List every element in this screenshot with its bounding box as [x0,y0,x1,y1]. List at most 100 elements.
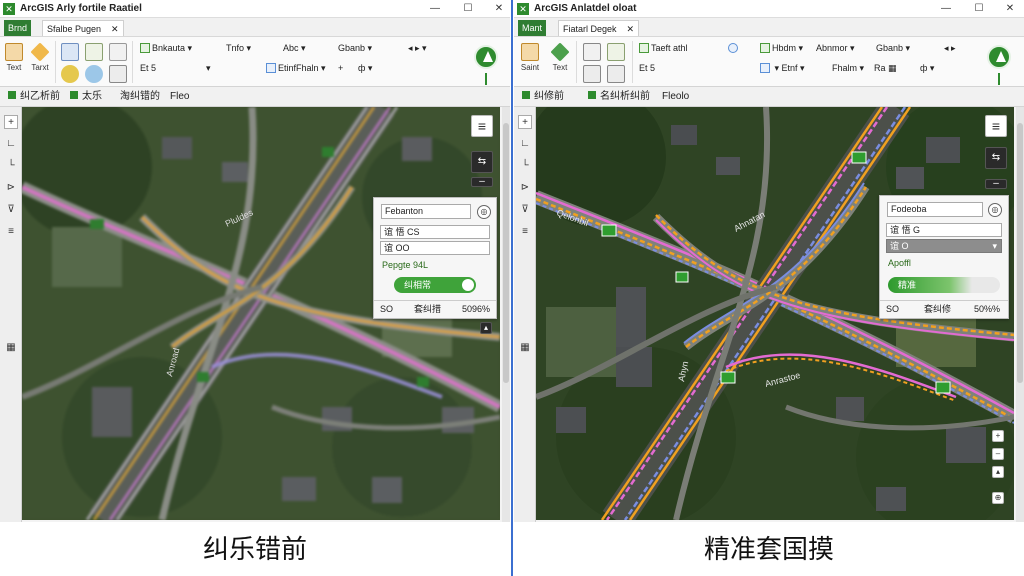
ribbon-more[interactable]: ◂ ▸ [944,41,956,55]
dropdown-6[interactable]: Fhaln ▾ [296,61,326,75]
layer-item-3[interactable]: 淘纠错的 [120,90,160,104]
minimize-button[interactable]: — [937,2,955,16]
map-menu-button[interactable]: ≡ [471,115,493,137]
dropdown-1[interactable]: Bnkauta ▾ [140,41,192,55]
target-icon[interactable]: ◎ [988,203,1002,217]
ribbon-button-text[interactable]: Text [2,41,26,72]
filter-tool-icon[interactable]: ⊽ [518,203,532,217]
target-icon[interactable]: ◎ [477,205,491,219]
ribbon-more[interactable]: ◂ ▸ ▾ [408,41,427,55]
tab-close-icon[interactable]: ✕ [627,24,635,34]
corner-tool-icon[interactable]: └ [518,159,532,173]
dropdown-7[interactable]: Ra ▦ [874,61,897,75]
filter-tool-icon[interactable]: ⊽ [4,203,18,217]
dropdown-2[interactable]: Hbdm ▾ [760,41,803,55]
dropdown-3[interactable]: Abnmor ▾ [816,41,855,55]
grid-tool-icon[interactable]: ▦ [4,341,18,355]
search-input[interactable]: Febanton [381,204,471,219]
small-map-icon[interactable]: ▴ [480,322,492,334]
vertical-scrollbar[interactable] [502,107,510,522]
tab-active[interactable]: Sfalbe Pugen ✕ [42,20,124,36]
line-tool-icon[interactable]: ∟ [4,137,18,151]
list-tool-icon[interactable]: ≡ [518,225,532,239]
field-line-2[interactable]: 谊 OO [380,241,490,255]
ribbon-button-globe[interactable] [82,63,106,85]
north-arrow-icon[interactable] [474,45,498,69]
layer-item-1[interactable]: 纠乙析前 [8,90,60,104]
add-tool-icon[interactable]: + [4,115,18,129]
map-view[interactable]: Qelonbil Ahnatan Ahyn Anrastoe ≡ ⇆ – + –… [536,107,1014,520]
grid-tool-icon[interactable]: ▦ [518,341,532,355]
ribbon-button-tarxt[interactable]: Tarxt [28,41,52,72]
home-nav-icon[interactable]: ⊕ [992,492,1004,504]
dropdown-6[interactable]: Fhalm ▾ [832,61,864,75]
panel-footer: SO 套纠措 5096% [374,300,496,318]
dropdown-1[interactable]: Taeft athl [639,41,688,55]
layer-item-3[interactable]: Fleolo [662,90,689,104]
minimize-button[interactable]: — [426,2,444,16]
tab-file[interactable]: Mant [518,20,547,36]
ribbon-button-select[interactable] [58,41,82,63]
zoom-out-icon[interactable]: – [992,448,1004,460]
ribbon-button-tool[interactable] [604,41,628,63]
field-line-1[interactable]: 谊 悟 G [886,223,1002,237]
close-button[interactable]: ✕ [1001,2,1019,16]
ribbon-button-grid[interactable] [580,63,604,85]
ribbon-button-saint[interactable]: Saint [518,41,542,72]
dropdown-5[interactable]: Etinf [266,61,296,75]
scroll-thumb[interactable] [1017,123,1023,383]
dropdown-3[interactable]: Abc ▾ [283,41,306,55]
dropdown-4[interactable]: Gbanb ▾ [338,41,372,55]
map-menu-button[interactable]: ≡ [985,115,1007,137]
edit-tool-icon[interactable]: ⊳ [4,181,18,195]
zoom-in-icon[interactable]: + [992,430,1004,442]
mode-toggle[interactable]: 精准 [888,277,1000,293]
tab-close-icon[interactable]: ✕ [111,24,119,34]
maximize-button[interactable]: ☐ [970,2,988,16]
dropdown-5[interactable]: ▾ Etnf ▾ [760,61,805,75]
mode-toggle[interactable]: 纠相常 [394,277,476,293]
scroll-thumb[interactable] [503,123,509,383]
tab-file[interactable]: Brnd [4,20,32,36]
ribbon-dropdown-small[interactable]: ▾ [206,61,211,75]
ribbon-button-select[interactable] [580,41,604,63]
dropdown-4[interactable]: Gbanb ▾ [876,41,910,55]
search-input[interactable]: Fodeoba [887,202,983,217]
map-view[interactable]: Anroad Pluldes ≡ ⇆ – ▴ Febanton ◎ 谊 悟 CS… [22,107,500,520]
pan-nav-icon[interactable]: ▴ [992,466,1004,478]
close-button[interactable]: ✕ [490,2,508,16]
field-line-2[interactable]: 谊 O ▾ [886,239,1002,253]
north-arrow-icon[interactable] [987,45,1011,69]
layer-item-1[interactable]: 纠修前 [522,90,564,104]
ribbon-button-tool[interactable] [82,41,106,63]
right-caption: 精准套国摸 [703,535,834,565]
ribbon-button-layers[interactable] [604,63,628,85]
globe-button[interactable] [728,41,740,55]
dropdown-8[interactable]: ф ▾ [920,61,934,75]
layer-item-2[interactable]: 名纠析纠前 [588,90,650,104]
vertical-scrollbar[interactable] [1016,107,1024,522]
field-line-1[interactable]: 谊 悟 CS [380,225,490,239]
edit-tool-icon[interactable]: ⊳ [518,181,532,195]
tab-active[interactable]: Fiatarl Degek ✕ [558,20,640,36]
ribbon-button-layers[interactable] [106,63,130,85]
left-window: ✕ ArcGIS Arly fortile Raatiel — ☐ ✕ Brnd… [0,0,510,522]
dropdown-2[interactable]: Tnfo ▾ [226,41,251,55]
line-tool-icon[interactable]: ∟ [518,137,532,151]
dropdown-7[interactable]: ф ▾ [358,61,372,75]
layer-item-2[interactable]: 太乐 [70,90,102,104]
collapse-icon[interactable]: – [985,179,1007,189]
ribbon-button-locate[interactable] [58,63,82,85]
globe-icon [728,43,738,53]
map-view-toggle-icon[interactable]: ⇆ [985,147,1007,169]
ribbon-button-pan[interactable] [106,41,130,63]
collapse-icon[interactable]: – [471,177,493,187]
maximize-button[interactable]: ☐ [459,2,477,16]
corner-tool-icon[interactable]: └ [4,159,18,173]
add-tool-icon[interactable]: + [518,115,532,129]
list-tool-icon[interactable]: ≡ [4,225,18,239]
map-view-toggle-icon[interactable]: ⇆ [471,151,493,173]
zoom-in-button[interactable]: + [338,61,343,75]
layer-item-4[interactable]: Fleo [170,90,189,104]
ribbon-button-text[interactable]: Text [548,41,572,72]
